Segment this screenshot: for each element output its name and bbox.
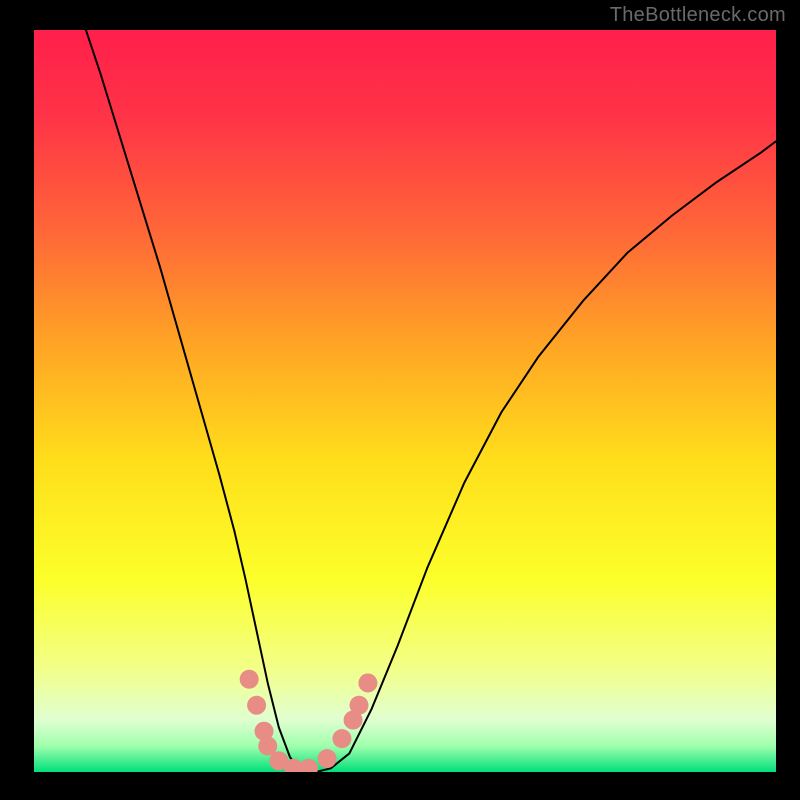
highlight-dot: [350, 696, 369, 715]
highlight-dot: [247, 696, 266, 715]
heatmap-background: [34, 30, 776, 772]
highlight-dot: [318, 749, 337, 768]
plot-frame: [34, 30, 776, 772]
highlight-dot: [240, 670, 259, 689]
highlight-dot: [332, 729, 351, 748]
watermark-text: TheBottleneck.com: [610, 4, 786, 27]
chart-svg: [34, 30, 776, 772]
highlight-dot: [358, 673, 377, 692]
chart-stage: TheBottleneck.com: [0, 0, 800, 800]
